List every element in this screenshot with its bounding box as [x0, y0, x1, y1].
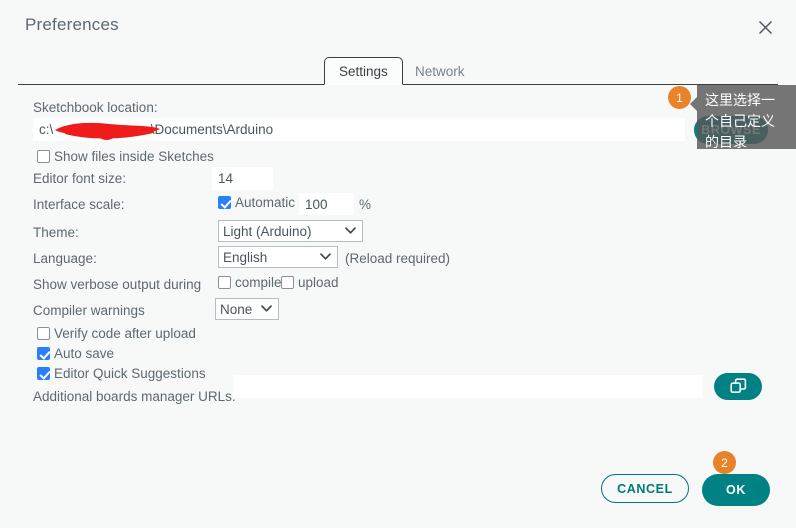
sketchbook-location-label: Sketchbook location:: [33, 100, 158, 115]
page-title: Preferences: [25, 15, 119, 34]
open-window-glyph: [729, 378, 746, 393]
verbose-upload-checkbox[interactable]: [281, 276, 294, 289]
interface-scale-percent-label: %: [359, 197, 372, 212]
interface-scale-value-input[interactable]: [299, 193, 354, 215]
interface-scale-automatic-checkbox[interactable]: [218, 196, 231, 209]
language-label: Language:: [33, 251, 97, 266]
close-glyph: [758, 20, 772, 34]
verbose-upload-row[interactable]: upload: [281, 275, 339, 290]
compiler-warnings-select-wrapper[interactable]: None: [215, 298, 279, 320]
tab-network[interactable]: Network: [400, 57, 480, 85]
editor-quick-suggestions-label: Editor Quick Suggestions: [54, 366, 206, 381]
ok-button[interactable]: OK: [702, 474, 770, 506]
boards-manager-urls-label: Additional boards manager URLs:: [33, 389, 236, 404]
annotation-badge-1: 1: [668, 86, 691, 109]
theme-label: Theme:: [33, 225, 79, 240]
auto-save-row[interactable]: Auto save: [37, 346, 114, 361]
cancel-button[interactable]: CANCEL: [601, 474, 689, 503]
verbose-output-label: Show verbose output during: [33, 277, 202, 292]
auto-save-checkbox[interactable]: [37, 347, 50, 360]
theme-select-wrapper[interactable]: Light (Arduino): [218, 220, 363, 242]
language-select-wrapper[interactable]: English: [218, 246, 338, 268]
verbose-compile-checkbox[interactable]: [218, 276, 231, 289]
dialog-titlebar: Preferences: [0, 0, 796, 52]
show-files-inside-sketches-row[interactable]: Show files inside Sketches: [37, 149, 214, 164]
interface-scale-label: Interface scale:: [33, 197, 125, 212]
editor-font-size-label: Editor font size:: [33, 171, 127, 186]
annotation-tooltip: 这里选择一个自己定义的目录: [690, 85, 796, 150]
verbose-compile-label: compile: [235, 275, 282, 290]
verify-code-label: Verify code after upload: [54, 326, 196, 341]
language-reload-note: (Reload required): [345, 251, 451, 266]
settings-panel: Sketchbook location: BROWSE Show files i…: [0, 85, 796, 528]
annotation-badge-2: 2: [713, 451, 736, 474]
verbose-compile-row[interactable]: compile: [218, 275, 282, 290]
editor-font-size-input[interactable]: [212, 167, 273, 190]
tab-settings[interactable]: Settings: [324, 57, 403, 85]
close-icon[interactable]: [752, 14, 778, 40]
verify-code-row[interactable]: Verify code after upload: [37, 326, 196, 341]
theme-select[interactable]: Light (Arduino): [218, 220, 363, 242]
show-files-inside-sketches-checkbox[interactable]: [37, 150, 50, 163]
boards-manager-urls-input[interactable]: [233, 375, 703, 398]
annotation-tooltip-text: 这里选择一个自己定义的目录: [705, 92, 775, 150]
editor-quick-suggestions-row[interactable]: Editor Quick Suggestions: [37, 366, 206, 381]
sketchbook-location-input[interactable]: [33, 118, 685, 141]
language-select[interactable]: English: [218, 246, 338, 268]
compiler-warnings-label: Compiler warnings: [33, 303, 145, 318]
show-files-inside-sketches-label: Show files inside Sketches: [54, 149, 214, 164]
interface-scale-automatic-row[interactable]: Automatic: [218, 195, 295, 210]
verbose-upload-label: upload: [298, 275, 339, 290]
interface-scale-automatic-label: Automatic: [235, 195, 296, 210]
editor-quick-suggestions-checkbox[interactable]: [37, 367, 50, 380]
auto-save-label: Auto save: [54, 346, 115, 361]
open-window-icon[interactable]: [714, 373, 762, 400]
tooltip-arrow: [690, 97, 697, 111]
tab-bar: Settings Network: [0, 57, 796, 85]
verify-code-checkbox[interactable]: [37, 327, 50, 340]
compiler-warnings-select[interactable]: None: [215, 298, 279, 320]
